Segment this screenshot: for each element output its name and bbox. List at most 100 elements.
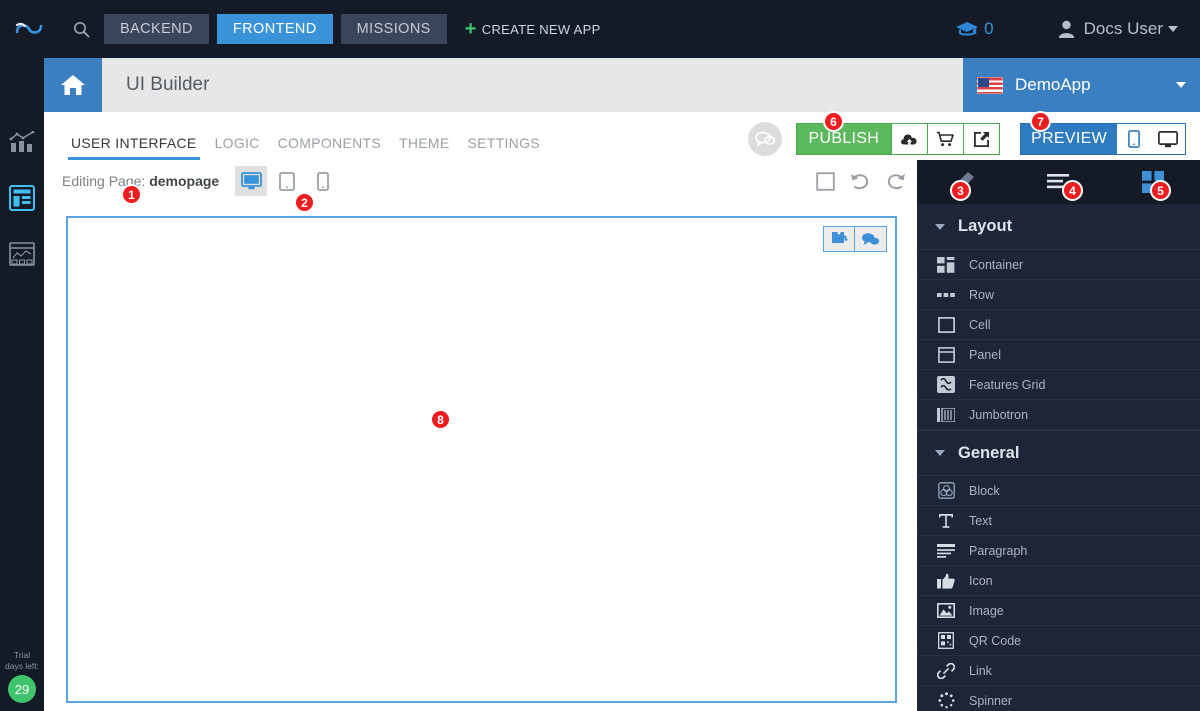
preview-desktop-button[interactable] (1151, 124, 1185, 154)
component-item-panel[interactable]: Panel (917, 340, 1200, 370)
component-item-icon[interactable]: Icon (917, 566, 1200, 596)
component-item-image[interactable]: Image (917, 596, 1200, 626)
tab-theme[interactable]: THEME (390, 135, 459, 160)
component-item-row[interactable]: Row (917, 280, 1200, 310)
desktop-icon (240, 172, 262, 190)
component-item-block[interactable]: Block (917, 476, 1200, 506)
features-grid-icon (935, 376, 957, 394)
home-button[interactable] (44, 58, 102, 112)
edit-toolbar: Editing Page: demopage (44, 160, 917, 202)
paragraph-icon (935, 542, 957, 560)
component-label: QR Code (969, 633, 1022, 648)
shopping-cart-icon (936, 131, 954, 147)
select-frame-button[interactable] (816, 171, 835, 191)
trial-label-line2: days left: (4, 661, 40, 671)
annotation-badge-5: 5 (1150, 180, 1171, 201)
component-label: Block (969, 483, 1000, 498)
top-navigation-bar: BACKEND FRONTEND MISSIONS + CREATE NEW A… (0, 0, 1200, 58)
panel-icon (935, 346, 957, 364)
component-item-link[interactable]: Link (917, 656, 1200, 686)
chevron-down-icon (935, 223, 945, 230)
plus-icon: + (464, 18, 477, 40)
rail-item-analytics[interactable] (0, 114, 44, 170)
phone-icon (317, 171, 330, 191)
panel-tab-structure[interactable] (1011, 160, 1105, 204)
annotation-badge-4: 4 (1062, 180, 1083, 201)
square-icon (816, 171, 835, 191)
user-menu[interactable]: Docs User (1058, 19, 1178, 39)
component-item-text[interactable]: Text (917, 506, 1200, 536)
publish-cloud-button[interactable] (891, 124, 928, 154)
canvas-area (44, 202, 917, 711)
app-selector[interactable]: DemoApp (963, 58, 1200, 112)
publish-label[interactable]: PUBLISH (797, 124, 892, 154)
trial-days-badge: 29 (8, 675, 36, 703)
device-tablet-button[interactable] (271, 166, 303, 196)
canvas-add-component-button[interactable] (823, 226, 855, 252)
nav-missions-button[interactable]: MISSIONS (340, 14, 447, 44)
trial-label-line1: Trial (13, 650, 31, 660)
publish-open-button[interactable] (963, 124, 1000, 154)
ui-builder-app: BACKEND FRONTEND MISSIONS + CREATE NEW A… (0, 0, 1200, 711)
cell-icon (935, 316, 957, 334)
user-avatar-icon (1058, 20, 1074, 38)
user-name-label: Docs User (1083, 19, 1163, 38)
page-canvas[interactable] (66, 216, 897, 703)
device-phone-button[interactable] (307, 166, 339, 196)
graduation-count: 0 (984, 19, 994, 38)
section-header-general[interactable]: General (917, 430, 1200, 476)
spinner-icon (935, 692, 957, 710)
builder-tab-bar: USER INTERFACE LOGIC COMPONENTS THEME SE… (44, 112, 1200, 160)
tab-components[interactable]: COMPONENTS (269, 135, 390, 160)
graduation-button[interactable]: 0 (955, 19, 994, 39)
component-item-jumbotron[interactable]: Jumbotron (917, 400, 1200, 430)
annotation-badge-2: 2 (294, 192, 315, 213)
tab-user-interface[interactable]: USER INTERFACE (62, 135, 206, 160)
tab-logic[interactable]: LOGIC (206, 135, 269, 160)
app-logo[interactable] (0, 19, 58, 39)
nav-backend-button[interactable]: BACKEND (104, 14, 209, 44)
component-label: Paragraph (969, 543, 1028, 558)
component-item-paragraph[interactable]: Paragraph (917, 536, 1200, 566)
section-header-layout[interactable]: Layout (917, 204, 1200, 250)
search-button[interactable] (58, 21, 104, 38)
component-item-spinner[interactable]: Spinner (917, 686, 1200, 711)
component-label: Panel (969, 347, 1001, 362)
support-chat-button[interactable] (747, 122, 782, 156)
editing-page-label: Editing Page: demopage (62, 173, 219, 189)
annotation-badge-1: 1 (121, 184, 142, 205)
chevron-down-icon (1168, 26, 1178, 32)
component-item-features-grid[interactable]: Features Grid (917, 370, 1200, 400)
canvas-comments-button[interactable] (855, 226, 887, 252)
search-icon (73, 21, 89, 37)
component-label: Features Grid (969, 377, 1046, 392)
puzzle-piece-icon (831, 232, 848, 243)
redo-button[interactable] (885, 171, 907, 191)
tabbar-actions: PUBLISH PREVIEW (747, 122, 1200, 160)
desktop-icon (1158, 130, 1178, 147)
component-item-container[interactable]: Container (917, 250, 1200, 280)
component-item-qr-code[interactable]: QR Code (917, 626, 1200, 656)
rail-item-dashboard[interactable] (0, 226, 44, 282)
component-item-cell[interactable]: Cell (917, 310, 1200, 340)
publish-marketplace-button[interactable] (927, 124, 964, 154)
block-icon (935, 482, 957, 500)
dashboard-wireframe-icon (9, 242, 35, 266)
tab-settings[interactable]: SETTINGS (458, 135, 548, 160)
ui-builder-icon (9, 185, 35, 211)
home-icon (61, 75, 85, 95)
rail-item-ui-builder[interactable] (0, 170, 44, 226)
undo-button[interactable] (849, 171, 871, 191)
create-new-app-label: CREATE NEW APP (481, 21, 601, 37)
chevron-down-icon (935, 450, 945, 456)
create-new-app-button[interactable]: + CREATE NEW APP (465, 19, 601, 39)
component-label: Jumbotron (969, 407, 1029, 422)
chat-bubbles-icon (862, 232, 880, 245)
component-label: Text (969, 513, 992, 528)
chevron-down-icon (1176, 82, 1186, 88)
device-desktop-button[interactable] (235, 166, 268, 196)
cloud-upload-icon (901, 133, 917, 145)
nav-frontend-button[interactable]: FRONTEND (216, 14, 333, 44)
preview-phone-button[interactable] (1117, 124, 1151, 154)
annotation-badge-6: 6 (823, 111, 844, 132)
